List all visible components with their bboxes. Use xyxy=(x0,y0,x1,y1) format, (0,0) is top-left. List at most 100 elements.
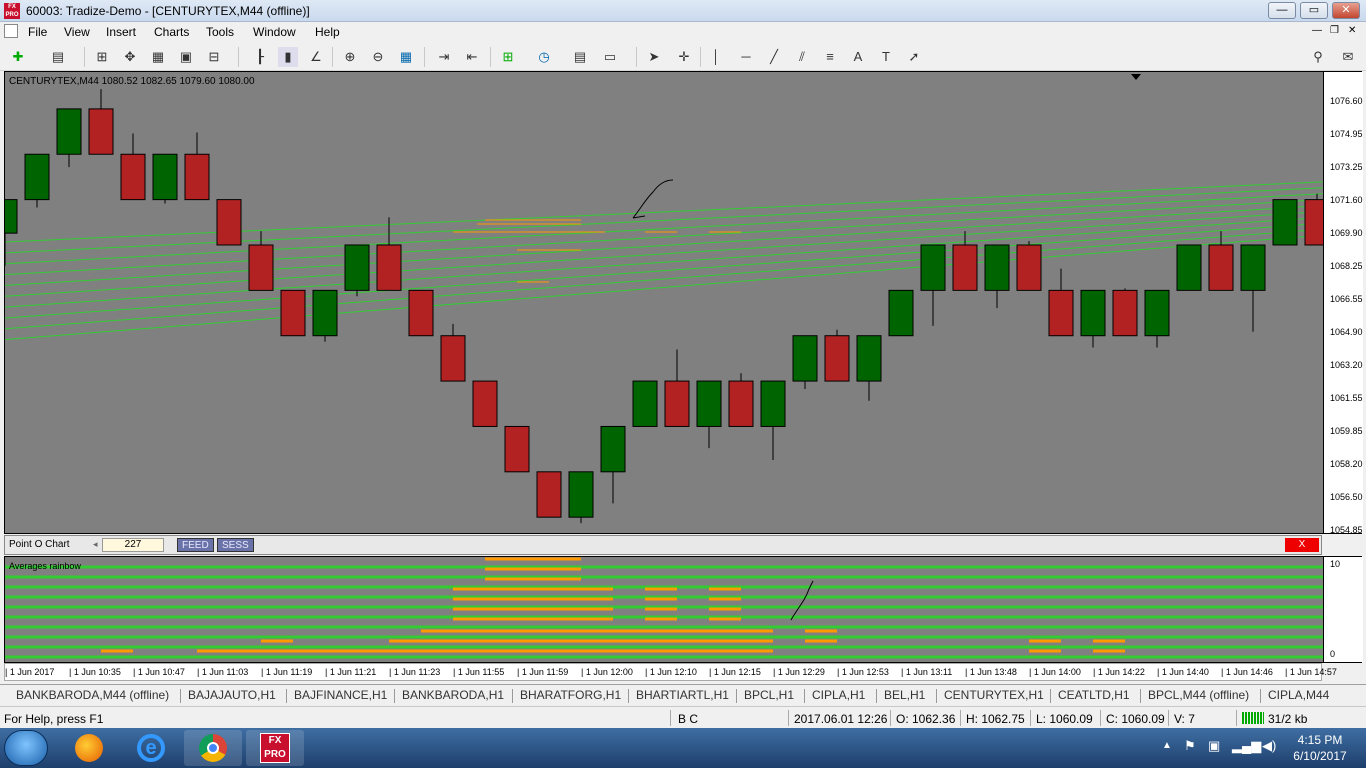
templates-icon[interactable]: ▤ xyxy=(570,47,590,67)
chart-tab[interactable]: BPCL,H1 xyxy=(744,688,794,702)
cursor-icon[interactable]: ➤ xyxy=(644,47,664,67)
close-button[interactable]: X xyxy=(1285,538,1319,552)
maximize-button[interactable]: ▭ xyxy=(1300,2,1328,19)
menu-charts[interactable]: Charts xyxy=(154,25,189,39)
chart-tab[interactable]: BAJAJAUTO,H1 xyxy=(188,688,276,702)
horizontal-line-icon[interactable]: ─ xyxy=(736,47,756,67)
point-o-value-field[interactable]: 227 xyxy=(102,538,164,552)
firefox-icon[interactable] xyxy=(60,730,118,766)
candle-body xyxy=(1240,244,1266,291)
price-tick-label: 1064.90 xyxy=(1330,327,1363,337)
market-watch-icon[interactable]: ⊞ xyxy=(92,47,112,67)
menu-insert[interactable]: Insert xyxy=(106,25,136,39)
indicators-icon[interactable]: ⊞ xyxy=(498,47,518,67)
internet-explorer-icon[interactable]: e xyxy=(122,730,180,766)
menu-tools[interactable]: Tools xyxy=(206,25,234,39)
fibonacci-icon[interactable]: ≡ xyxy=(820,47,840,67)
child-close-button[interactable]: ✕ xyxy=(1348,25,1356,36)
price-tick-label: 1066.55 xyxy=(1330,294,1363,304)
crosshair-icon[interactable]: ✛ xyxy=(674,47,694,67)
text-label-icon[interactable]: T xyxy=(876,47,896,67)
chart-tab[interactable]: BHARTIARTL,H1 xyxy=(636,688,729,702)
time-tick-label: | 1 Jun 12:10 xyxy=(645,667,697,677)
candle-body xyxy=(1048,289,1074,337)
price-tick-label: 1068.25 xyxy=(1330,261,1363,271)
candle-body xyxy=(984,244,1010,291)
menu-help[interactable]: Help xyxy=(315,25,340,39)
child-restore-button[interactable]: ❐ xyxy=(1330,25,1339,36)
connection-icon xyxy=(1242,712,1264,724)
strategy-tester-icon[interactable]: ▣ xyxy=(176,47,196,67)
candlestick-icon[interactable]: ▮ xyxy=(278,47,298,67)
close-window-button[interactable]: ✕ xyxy=(1332,2,1360,19)
candle-body xyxy=(920,244,946,291)
periods-icon[interactable]: ◷ xyxy=(534,47,554,67)
chart-tab[interactable]: BAJFINANCE,H1 xyxy=(294,688,387,702)
menu-view[interactable]: View xyxy=(64,25,90,39)
chart-tab[interactable]: BHARATFORG,H1 xyxy=(520,688,621,702)
chart-tab[interactable]: BANKBARODA,M44 (offline) xyxy=(16,688,169,702)
system-clock[interactable]: 4:15 PM 6/10/2017 xyxy=(1290,732,1350,764)
chart-tab[interactable]: CIPLA,M44 xyxy=(1268,688,1329,702)
sess-button[interactable]: SESS xyxy=(217,538,254,552)
arrow-left-icon[interactable]: ◂ xyxy=(93,539,98,550)
candle-body xyxy=(216,199,242,246)
new-chart-icon[interactable]: ✚ xyxy=(8,47,28,67)
chart-tab[interactable]: BANKBARODA,H1 xyxy=(402,688,504,702)
rainbow-line xyxy=(5,210,1323,297)
chart-tab[interactable]: CEATLTD,H1 xyxy=(1058,688,1130,702)
child-window-icon[interactable] xyxy=(4,24,18,38)
vertical-line-icon[interactable]: │ xyxy=(706,47,726,67)
chart-tab[interactable]: BPCL,M44 (offline) xyxy=(1148,688,1249,702)
bar-chart-icon[interactable]: ⊟ xyxy=(204,47,224,67)
arrows-icon[interactable]: ➚ xyxy=(904,47,924,67)
navigator-icon[interactable]: ✥ xyxy=(120,47,140,67)
profiles-icon[interactable]: ▤ xyxy=(48,47,68,67)
start-button[interactable] xyxy=(4,730,48,766)
show-hidden-icons-icon[interactable]: ▲ xyxy=(1162,740,1172,751)
equidistant-channel-icon[interactable]: ⫽ xyxy=(792,47,812,67)
chart-shift-icon[interactable]: ⇤ xyxy=(462,47,482,67)
text-icon[interactable]: A xyxy=(848,47,868,67)
volume-icon[interactable]: ◀) xyxy=(1262,738,1276,754)
time-tick-label: | 1 Jun 14:46 xyxy=(1221,667,1273,677)
price-tick-label: 1074.95 xyxy=(1330,129,1363,139)
price-axis[interactable]: 1076.60 1074.95 1073.25 1071.60 1069.90 1068.… xyxy=(1323,72,1363,535)
chrome-icon[interactable] xyxy=(184,730,242,766)
autoscroll-icon[interactable]: ⇥ xyxy=(434,47,454,67)
candle-body xyxy=(344,244,370,291)
rainbow-line xyxy=(5,193,1323,265)
chat-icon[interactable]: ✉ xyxy=(1338,47,1358,67)
chart-tab[interactable]: CENTURYTEX,H1 xyxy=(944,688,1044,702)
candle-body xyxy=(248,244,274,291)
price-tick-label: 1071.60 xyxy=(1330,195,1363,205)
time-axis: | 1 Jun 2017 | 1 Jun 10:35 | 1 Jun 10:47 | … xyxy=(4,663,1337,681)
bar-chart-icon[interactable]: ┠ xyxy=(250,47,270,67)
action-center-flag-icon[interactable]: ⚑ xyxy=(1184,738,1196,754)
minimize-button[interactable]: — xyxy=(1268,2,1296,19)
trendline-icon[interactable]: ╱ xyxy=(764,47,784,67)
point-o-chart-label: Point O Chart xyxy=(9,539,70,550)
templates-icon[interactable]: ▭ xyxy=(600,47,620,67)
menu-window[interactable]: Window xyxy=(253,25,296,39)
clock-date: 6/10/2017 xyxy=(1293,749,1347,763)
fxpro-app-icon[interactable]: FX PRO xyxy=(246,730,304,766)
feed-button[interactable]: FEED xyxy=(177,538,214,552)
child-minimize-button[interactable]: — xyxy=(1312,25,1322,36)
menu-file[interactable]: File xyxy=(28,25,47,39)
candle-body xyxy=(728,380,754,427)
candle-body xyxy=(56,108,82,155)
zoom-out-icon[interactable]: ⊖ xyxy=(368,47,388,67)
app-logo-icon: FX PRO xyxy=(4,3,20,19)
price-chart[interactable]: CENTURYTEX,M44 1080.52 1082.65 1079.60 1… xyxy=(4,71,1363,535)
tile-icon[interactable]: ▦ xyxy=(396,47,416,67)
line-chart-icon[interactable]: ∠ xyxy=(306,47,326,67)
chart-tab[interactable]: BEL,H1 xyxy=(884,688,925,702)
network-icon[interactable]: ▂▄▆ xyxy=(1232,738,1261,754)
device-icon[interactable]: ▣ xyxy=(1208,738,1220,754)
zoom-in-icon[interactable]: ⊕ xyxy=(340,47,360,67)
indicator-panel[interactable]: Averages rainbow 10 0 xyxy=(4,556,1363,663)
chart-tab[interactable]: CIPLA,H1 xyxy=(812,688,865,702)
search-icon[interactable]: ⚲ xyxy=(1308,47,1328,67)
terminal-icon[interactable]: ▦ xyxy=(148,47,168,67)
